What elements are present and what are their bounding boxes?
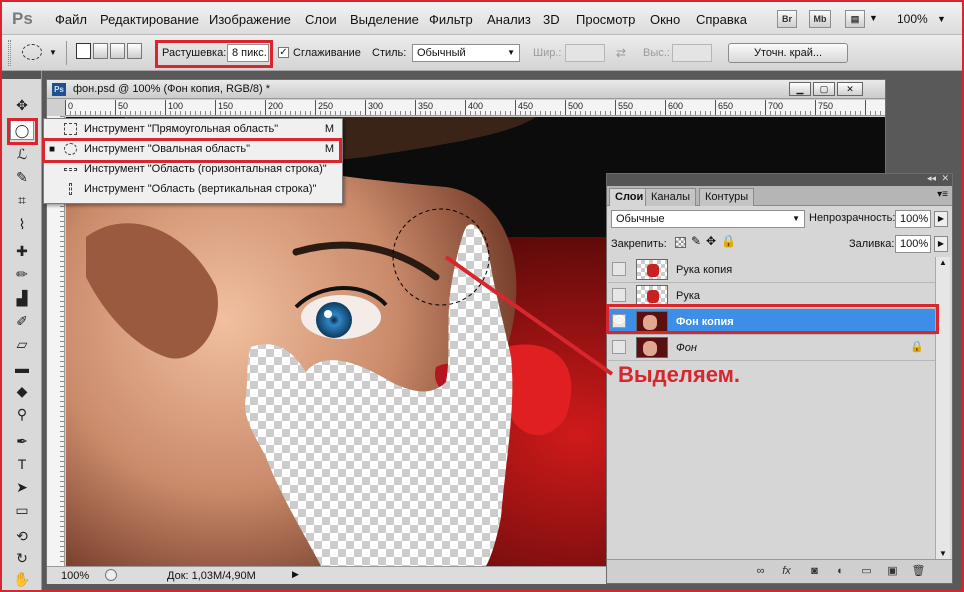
annotation-arrow (444, 255, 614, 376)
annotation-line (444, 255, 614, 376)
annotation-text: Выделяем. (618, 362, 741, 387)
